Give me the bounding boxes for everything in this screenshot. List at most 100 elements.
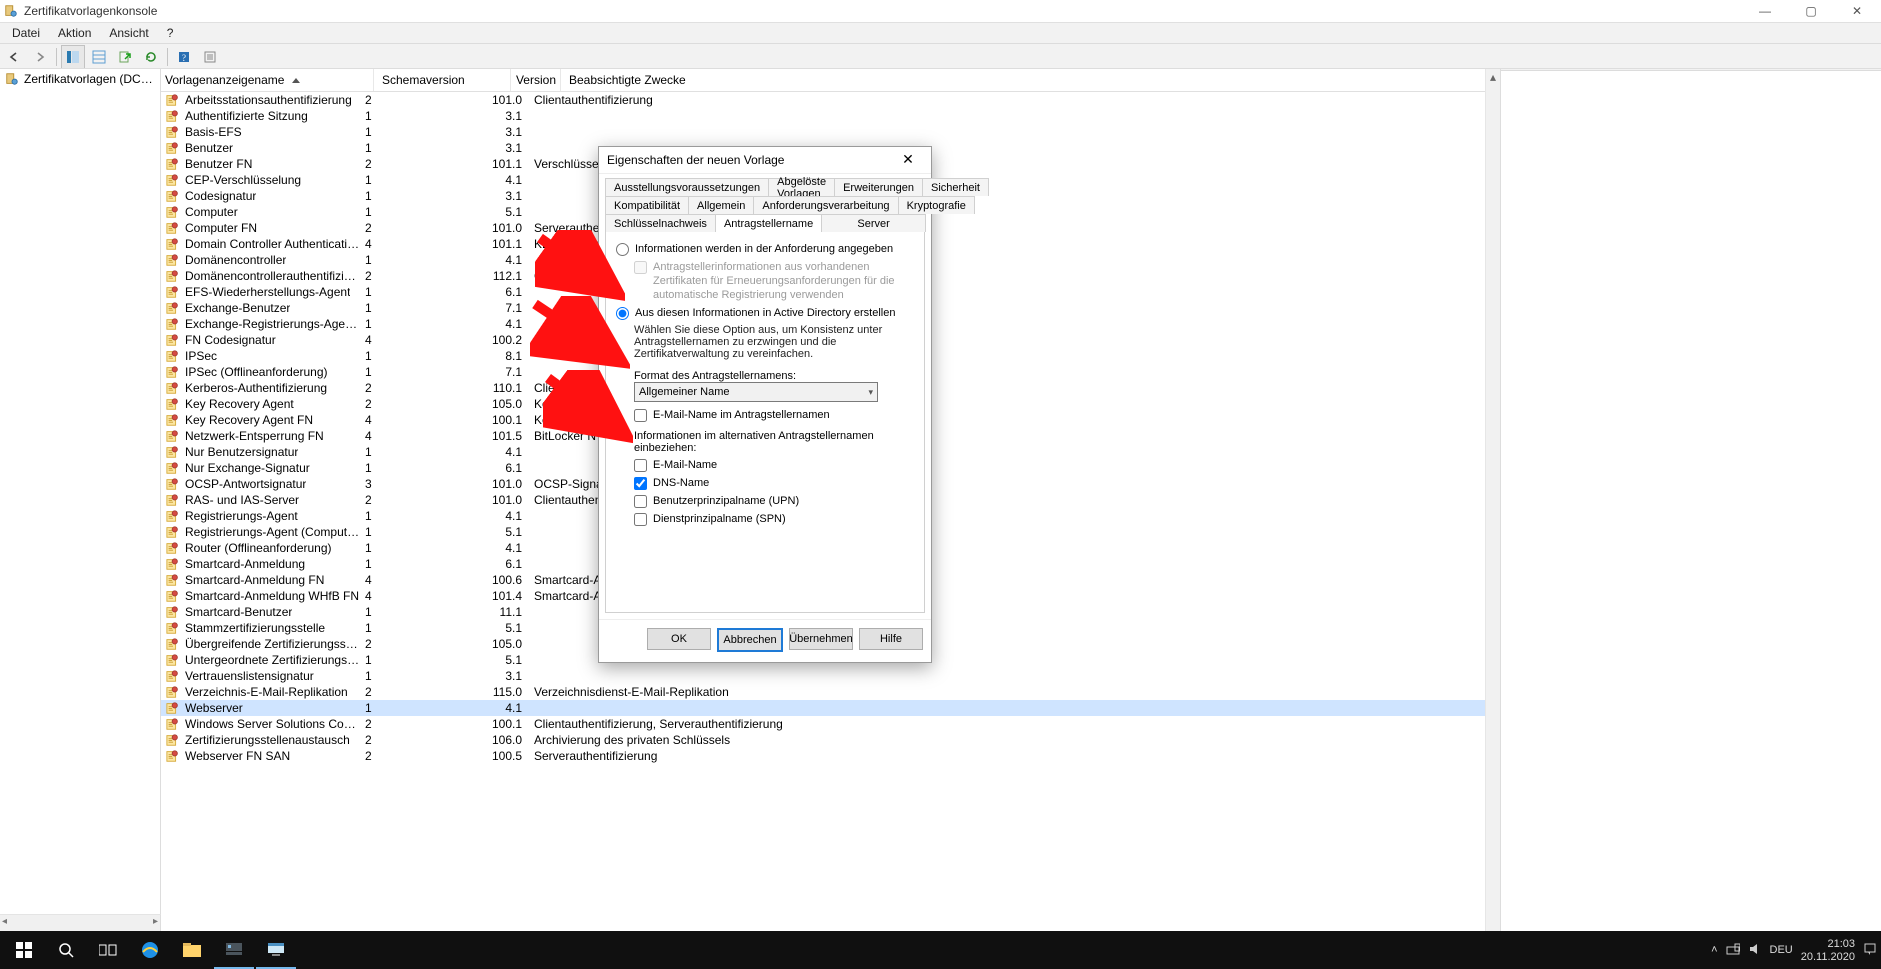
tab-anforderungsverarbeitung[interactable]: Anforderungsverarbeitung bbox=[753, 196, 898, 214]
cert-template-icon bbox=[165, 732, 181, 748]
template-properties-dialog[interactable]: Eigenschaften der neuen Vorlage ✕ Ausste… bbox=[598, 146, 932, 663]
nav-forward-button[interactable] bbox=[28, 45, 52, 69]
tab-sicherheit[interactable]: Sicherheit bbox=[922, 178, 989, 196]
tab-antragstellername[interactable]: Antragstellername bbox=[715, 214, 822, 232]
table-row[interactable]: Webserver FN SAN2100.5Serverauthentifizi… bbox=[161, 748, 1500, 764]
maximize-button[interactable]: ▢ bbox=[1791, 0, 1831, 22]
checkbox-san-email[interactable]: E-Mail-Name bbox=[634, 458, 914, 472]
table-row[interactable]: Webserver14.1 bbox=[161, 700, 1500, 716]
ie-taskbar-button[interactable] bbox=[130, 931, 170, 969]
start-button[interactable] bbox=[4, 931, 44, 969]
menu-file[interactable]: Datei bbox=[4, 26, 48, 40]
tab-schl-sselnachweis[interactable]: Schlüsselnachweis bbox=[605, 214, 716, 232]
tree-root-item[interactable]: Zertifikatvorlagen (DC2-2016.AD bbox=[0, 69, 160, 89]
row-purpose bbox=[526, 700, 1500, 716]
tab-erweiterungen[interactable]: Erweiterungen bbox=[834, 178, 923, 196]
refresh-button[interactable] bbox=[139, 45, 163, 69]
checkbox-san-dns-input[interactable] bbox=[634, 477, 647, 490]
col-version[interactable]: Version bbox=[511, 69, 561, 91]
properties-button[interactable] bbox=[198, 45, 222, 69]
table-row[interactable]: Arbeitsstationsauthentifizierung2101.0Cl… bbox=[161, 92, 1500, 108]
radio-build-from-ad[interactable]: Aus diesen Informationen in Active Direc… bbox=[616, 306, 914, 320]
radio-ad-input[interactable] bbox=[616, 307, 629, 320]
tray-sound-icon[interactable] bbox=[1748, 942, 1762, 959]
radio-supply-in-request[interactable]: Informationen werden in der Anforderung … bbox=[616, 242, 914, 256]
scroll-right-icon[interactable]: ▸ bbox=[153, 916, 158, 927]
system-tray[interactable]: ˄ DEU 21:03 20.11.2020 bbox=[1711, 937, 1877, 963]
scrollbar-horizontal[interactable]: ◂ ▸ bbox=[0, 914, 161, 931]
tree-pane[interactable]: Zertifikatvorlagen (DC2-2016.AD bbox=[0, 69, 161, 931]
apply-button[interactable]: Übernehmen bbox=[789, 628, 853, 650]
checkbox-san-spn-label: Dienstprinzipalname (SPN) bbox=[653, 512, 786, 526]
menu-view[interactable]: Ansicht bbox=[101, 26, 156, 40]
explorer-taskbar-button[interactable] bbox=[172, 931, 212, 969]
mmc-taskbar-button[interactable] bbox=[256, 931, 296, 969]
close-button[interactable]: ✕ bbox=[1837, 0, 1877, 22]
app-icon bbox=[4, 4, 18, 18]
dialog-close-button[interactable]: ✕ bbox=[893, 149, 923, 171]
scroll-up-icon[interactable]: ▴ bbox=[1486, 69, 1500, 85]
cert-template-icon bbox=[165, 508, 181, 524]
tab-abgel-ste-vorlagen[interactable]: Abgelöste Vorlagen bbox=[768, 178, 835, 196]
radio-supply-input[interactable] bbox=[616, 243, 629, 256]
checkbox-email-subject-input[interactable] bbox=[634, 409, 647, 422]
row-version: 5.1 bbox=[485, 204, 526, 220]
row-purpose: Clientauthentifizierung, Serverauthentif… bbox=[526, 716, 1500, 732]
toggle-tree-button[interactable] bbox=[61, 45, 85, 69]
checkbox-san-spn[interactable]: Dienstprinzipalname (SPN) bbox=[634, 512, 914, 526]
table-row[interactable]: Zertifizierungsstellenaustausch2106.0Arc… bbox=[161, 732, 1500, 748]
row-version: 5.1 bbox=[485, 652, 526, 668]
search-button[interactable] bbox=[46, 931, 86, 969]
row-version: 7.1 bbox=[485, 300, 526, 316]
taskbar[interactable]: ˄ DEU 21:03 20.11.2020 bbox=[0, 931, 1881, 969]
cancel-button[interactable]: Abbrechen bbox=[717, 628, 783, 652]
menu-help[interactable]: ? bbox=[159, 26, 182, 40]
checkbox-san-email-input[interactable] bbox=[634, 459, 647, 472]
table-row[interactable]: Verzeichnis-E-Mail-Replikation2115.0Verz… bbox=[161, 684, 1500, 700]
tray-clock[interactable]: 21:03 20.11.2020 bbox=[1801, 937, 1855, 963]
table-row[interactable]: Authentifizierte Sitzung13.1 bbox=[161, 108, 1500, 124]
help-button[interactable]: Hilfe bbox=[859, 628, 923, 650]
tab-allgemein[interactable]: Allgemein bbox=[688, 196, 754, 214]
checkbox-san-spn-input[interactable] bbox=[634, 513, 647, 526]
col-purpose[interactable]: Beabsichtigte Zwecke bbox=[561, 69, 1500, 91]
row-name: RAS- und IAS-Server bbox=[185, 493, 299, 507]
col-schema[interactable]: Schemaversion bbox=[374, 69, 511, 91]
dialog-titlebar[interactable]: Eigenschaften der neuen Vorlage ✕ bbox=[599, 147, 931, 174]
ok-button[interactable]: OK bbox=[647, 628, 711, 650]
col-name[interactable]: Vorlagenanzeigename bbox=[161, 69, 374, 91]
checkbox-email-in-subject[interactable]: E-Mail-Name im Antragstellernamen bbox=[634, 408, 914, 422]
server-manager-taskbar-button[interactable] bbox=[214, 931, 254, 969]
checkbox-san-dns[interactable]: DNS-Name bbox=[634, 476, 914, 490]
row-schema: 1 bbox=[365, 524, 485, 540]
table-row[interactable]: Windows Server Solutions Computer Cer...… bbox=[161, 716, 1500, 732]
tray-up-icon[interactable]: ˄ bbox=[1711, 944, 1717, 956]
taskview-button[interactable] bbox=[88, 931, 128, 969]
scrollbar-vertical[interactable]: ▴ bbox=[1485, 69, 1500, 931]
cert-template-icon bbox=[165, 156, 181, 172]
row-name: Smartcard-Anmeldung WHfB FN bbox=[185, 589, 359, 603]
menu-action[interactable]: Aktion bbox=[50, 26, 99, 40]
list-view-button[interactable] bbox=[87, 45, 111, 69]
column-headers[interactable]: Vorlagenanzeigename Schemaversion Versio… bbox=[161, 69, 1500, 92]
nav-back-button[interactable] bbox=[2, 45, 26, 69]
titlebar[interactable]: Zertifikatvorlagenkonsole — ▢ ✕ bbox=[0, 0, 1881, 23]
tray-network-icon[interactable] bbox=[1726, 942, 1740, 959]
scroll-left-icon[interactable]: ◂ bbox=[2, 916, 7, 927]
tray-language[interactable]: DEU bbox=[1770, 944, 1793, 956]
tab-kryptografie[interactable]: Kryptografie bbox=[898, 196, 975, 214]
help-button[interactable]: ? bbox=[172, 45, 196, 69]
checkbox-san-upn-input[interactable] bbox=[634, 495, 647, 508]
tab-kompatibilit-t[interactable]: Kompatibilität bbox=[605, 196, 689, 214]
export-button[interactable] bbox=[113, 45, 137, 69]
subject-format-combobox[interactable]: Allgemeiner Name ▾ bbox=[634, 382, 878, 402]
tray-notifications-icon[interactable] bbox=[1863, 942, 1877, 959]
table-row[interactable]: Basis-EFS13.1 bbox=[161, 124, 1500, 140]
minimize-button[interactable]: — bbox=[1745, 0, 1785, 22]
row-version: 7.1 bbox=[485, 364, 526, 380]
checkbox-san-upn[interactable]: Benutzerprinzipalname (UPN) bbox=[634, 494, 914, 508]
tab-server[interactable]: Server bbox=[821, 214, 926, 232]
menubar[interactable]: Datei Aktion Ansicht ? bbox=[0, 23, 1881, 44]
tab-ausstellungsvoraussetzungen[interactable]: Ausstellungsvoraussetzungen bbox=[605, 178, 769, 196]
table-row[interactable]: Vertrauenslistensignatur13.1 bbox=[161, 668, 1500, 684]
